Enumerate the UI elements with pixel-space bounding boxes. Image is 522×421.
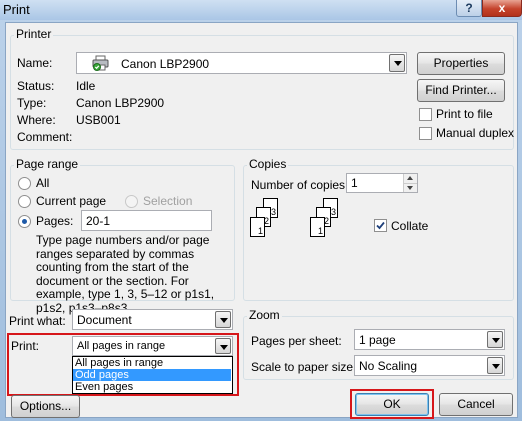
copies-spin-down[interactable] <box>403 183 417 192</box>
type-value: Canon LBP2900 <box>76 96 165 110</box>
print-what-select[interactable]: Document <box>72 309 233 330</box>
copies-input[interactable]: 1 <box>346 173 418 193</box>
collate-page: 1 <box>250 217 265 237</box>
window-title: Print <box>3 2 30 17</box>
print-what-value: Document <box>77 313 132 327</box>
dialog-body: Printer Name: Canon LBP2900 Status: Idle… <box>5 22 518 419</box>
name-label: Name: <box>17 56 53 70</box>
scale-to-paper-label: Scale to paper size: <box>251 360 357 374</box>
selection-label: Selection <box>143 194 193 208</box>
print-dialog-window: Print ? x Printer Name: Canon LBP2900 St… <box>0 0 522 421</box>
status-label: Status: <box>17 79 55 93</box>
pages-per-sheet-value: 1 page <box>359 333 396 347</box>
collate-illustration: 3 2 1 3 2 1 <box>250 198 360 258</box>
printer-legend: Printer <box>14 27 54 41</box>
copies-legend: Copies <box>247 157 289 171</box>
print-to-file-label[interactable]: Print to file <box>436 107 493 121</box>
pages-input-value: 20-1 <box>86 214 111 228</box>
page-range-legend: Page range <box>14 157 81 171</box>
pages-per-sheet-label: Pages per sheet: <box>251 334 342 348</box>
check-icon <box>376 221 385 230</box>
close-button[interactable]: x <box>482 0 522 17</box>
chevron-down-icon[interactable] <box>389 54 405 72</box>
chevron-down-icon[interactable] <box>215 311 231 328</box>
help-button[interactable]: ? <box>456 0 482 17</box>
collate-page: 1 <box>310 217 325 237</box>
type-label: Type: <box>17 96 47 110</box>
printer-icon <box>92 55 110 71</box>
find-printer-button[interactable]: Find Printer... <box>417 79 505 102</box>
printer-name-select[interactable]: Canon LBP2900 <box>76 52 407 74</box>
current-page-radio[interactable] <box>18 195 31 208</box>
ok-highlight-box <box>350 389 434 419</box>
where-label: Where: <box>17 113 56 127</box>
zoom-legend: Zoom <box>247 308 282 322</box>
pages-per-sheet-select[interactable]: 1 page <box>354 329 505 350</box>
pages-input[interactable]: 20-1 <box>81 210 212 231</box>
collate-label[interactable]: Collate <box>391 219 428 233</box>
pages-radio[interactable] <box>18 215 31 228</box>
printer-name-value: Canon LBP2900 <box>121 57 210 71</box>
manual-duplex-checkbox[interactable] <box>419 127 432 140</box>
title-bar[interactable]: Print ? x <box>0 0 522 20</box>
options-button[interactable]: Options... <box>11 395 80 418</box>
page-range-help-text: Type page numbers and/or page ranges sep… <box>36 233 215 315</box>
chevron-down-icon[interactable] <box>487 331 503 348</box>
scale-to-paper-value: No Scaling <box>359 359 418 373</box>
all-radio[interactable] <box>18 177 31 190</box>
comment-label: Comment: <box>17 130 73 144</box>
selection-radio <box>125 195 138 208</box>
collate-checkbox[interactable] <box>374 219 387 232</box>
print-to-file-checkbox[interactable] <box>419 108 432 121</box>
current-page-label[interactable]: Current page <box>36 194 106 208</box>
print-what-label: Print what: <box>9 314 66 328</box>
chevron-down-icon[interactable] <box>487 357 503 374</box>
copies-spin-up[interactable] <box>403 174 417 183</box>
print-highlight-box <box>7 333 239 396</box>
manual-duplex-label[interactable]: Manual duplex <box>436 126 514 140</box>
status-value: Idle <box>76 79 96 93</box>
where-value: USB001 <box>76 113 121 127</box>
cancel-button[interactable]: Cancel <box>439 393 513 416</box>
number-of-copies-label: Number of copies: <box>251 178 349 192</box>
pages-label[interactable]: Pages: <box>36 214 73 228</box>
copies-input-value: 1 <box>351 176 358 190</box>
properties-button[interactable]: Properties <box>417 52 505 75</box>
all-label[interactable]: All <box>36 176 49 190</box>
scale-to-paper-select[interactable]: No Scaling <box>354 355 505 376</box>
